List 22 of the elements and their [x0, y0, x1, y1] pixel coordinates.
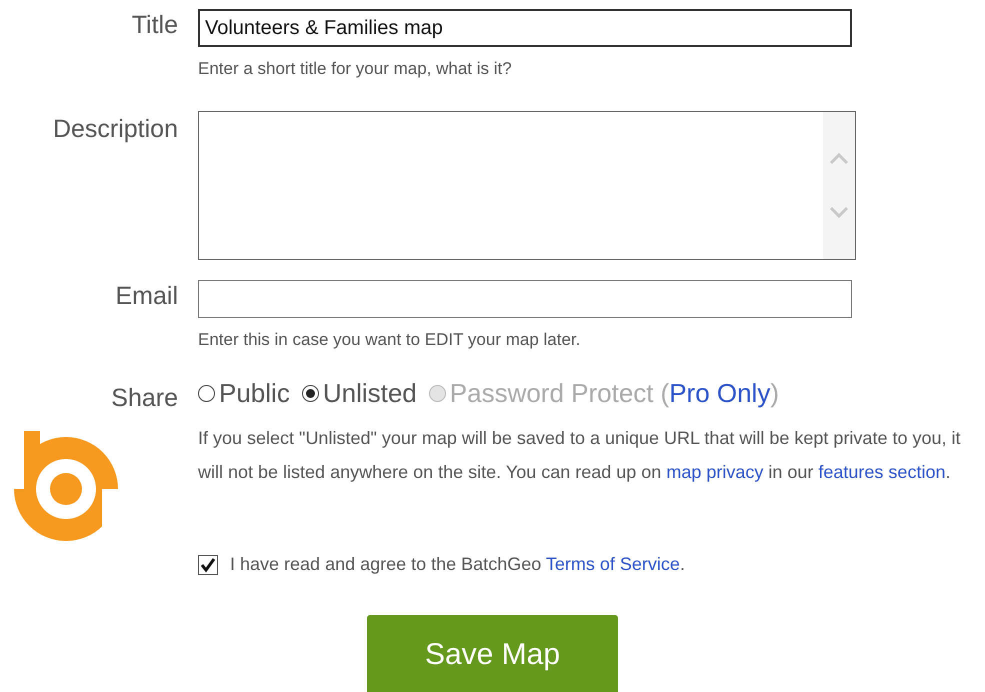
paren-text: (: [660, 378, 670, 408]
field-label: Title: [132, 10, 178, 40]
paren-text: ): [770, 378, 780, 408]
field-label: Description: [52, 114, 178, 144]
help-text: If you select "Unlisted" your map will be saved to a unique URL that will be kept private to you, it will not be listed anywhere on the site. You can read up on map privacy in our features section.: [198, 427, 962, 484]
terms-text: I have read and agree to the BatchGeo Terms of Service.: [230, 554, 685, 575]
radio-label: Password Protect: [450, 378, 654, 409]
checkbox[interactable]: [198, 554, 218, 574]
hint-text: Enter this in case you want to EDIT your map later.: [198, 330, 580, 349]
save-map-button[interactable]: Save Map: [367, 615, 618, 692]
link[interactable]: Terms of Service: [546, 554, 680, 574]
field-label: Email: [115, 281, 178, 311]
radio-label[interactable]: Unlisted: [322, 378, 417, 409]
link[interactable]: features section: [818, 462, 946, 482]
link[interactable]: map privacy: [666, 462, 764, 482]
email-field[interactable]: [198, 280, 852, 318]
field-label: Share: [111, 383, 178, 413]
radio-button[interactable]: [198, 385, 215, 402]
title-field[interactable]: Volunteers & Families map: [198, 9, 852, 47]
radio-label[interactable]: Public: [219, 378, 290, 409]
hint-text: Enter a short title for your map, what is it?: [198, 59, 512, 78]
radio-button[interactable]: [302, 385, 319, 402]
